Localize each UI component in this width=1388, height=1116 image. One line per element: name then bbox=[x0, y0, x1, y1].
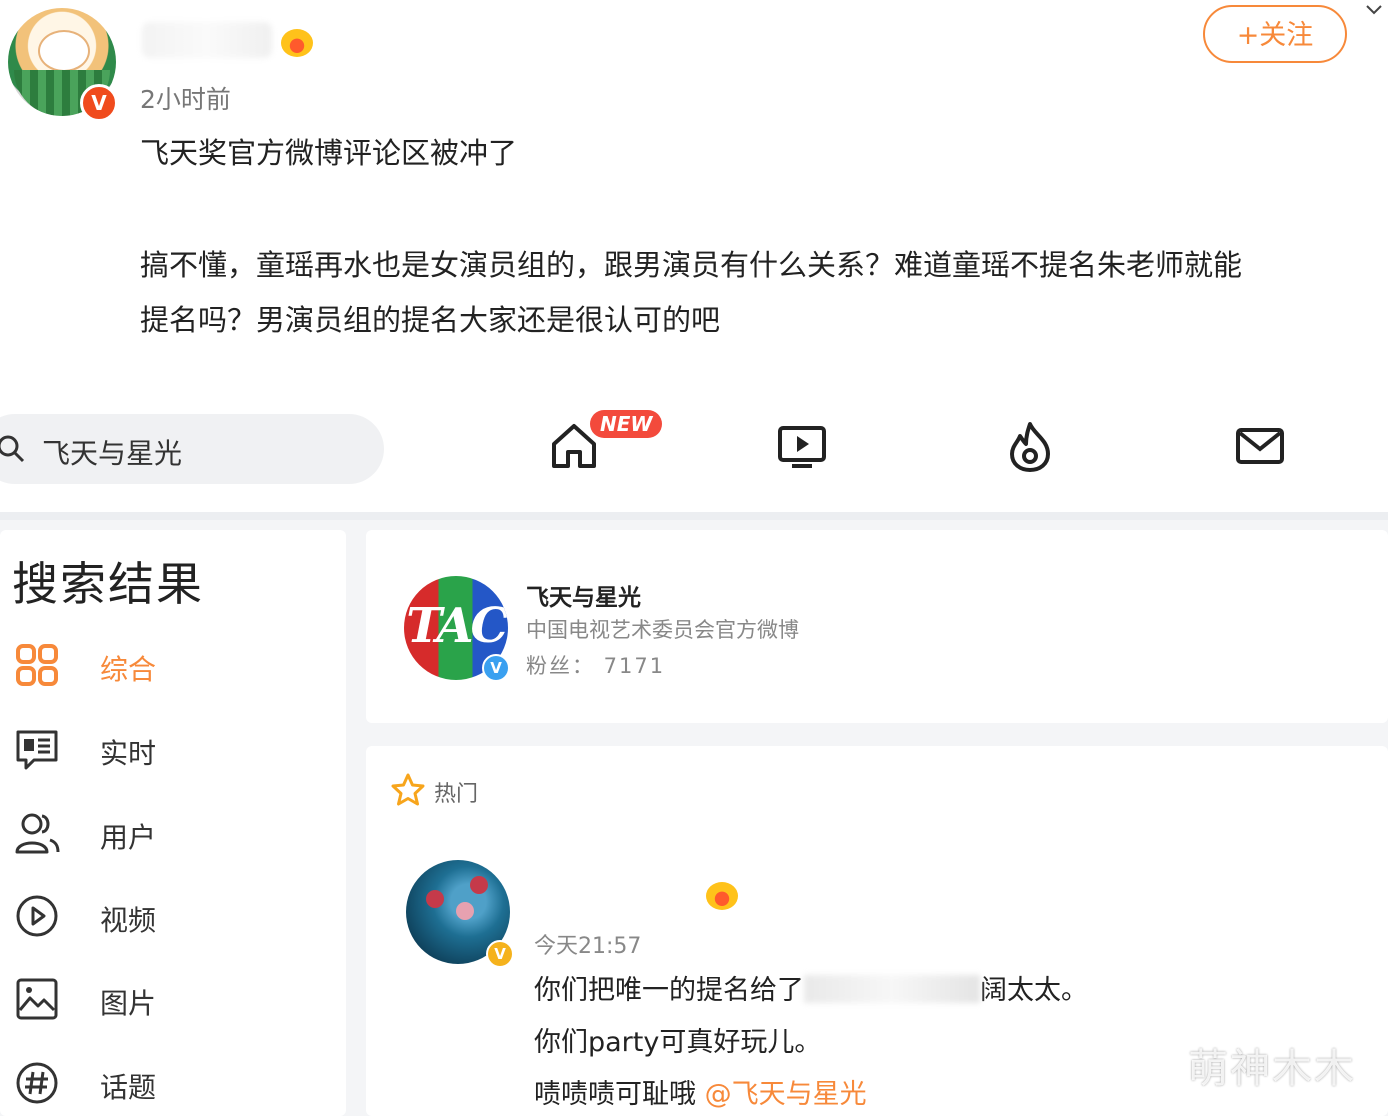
comment-text: 啧啧啧可耻哦 bbox=[534, 1079, 696, 1110]
follow-button[interactable]: +关注 bbox=[1203, 5, 1347, 63]
search-icon bbox=[0, 435, 25, 463]
search-input[interactable]: 飞天与星光 bbox=[42, 432, 182, 472]
hot-section-label: 热门 bbox=[434, 782, 479, 807]
avatar-face bbox=[38, 30, 90, 72]
weibo-post: V 2小时前 飞天奖官方微博评论区被冲了 搞不懂，童瑶再水也是女演员组的，跟男演… bbox=[0, 0, 1388, 400]
verified-badge-icon: V bbox=[80, 84, 118, 122]
sidebar-item-realtime[interactable]: 实时 bbox=[14, 718, 314, 778]
chevron-down-icon[interactable] bbox=[1364, 0, 1384, 20]
sidebar-item-label: 视频 bbox=[100, 904, 157, 937]
sidebar-item-label: 图片 bbox=[100, 987, 157, 1020]
post-line-1: 飞天奖官方微博评论区被冲了 bbox=[140, 136, 518, 170]
comment-text: 阔太太。 bbox=[980, 975, 1088, 1006]
search-box[interactable]: 飞天与星光 bbox=[0, 414, 384, 484]
sidebar-item-label: 用户 bbox=[100, 821, 157, 854]
users-icon bbox=[15, 813, 60, 854]
user-description: 中国电视艺术委员会官方微博 bbox=[526, 618, 799, 642]
verified-gold-icon: V bbox=[486, 940, 514, 968]
comment-text: 你们把唯一的提名给了 bbox=[534, 975, 804, 1006]
mention-link[interactable]: @飞天与星光 bbox=[705, 1079, 867, 1110]
grid-icon bbox=[16, 644, 58, 686]
new-badge: NEW bbox=[590, 410, 663, 438]
post-time: 2小时前 bbox=[140, 85, 231, 114]
user-result-card[interactable]: TAC V 飞天与星光 中国电视艺术委员会官方微博 粉丝： 7171 bbox=[366, 530, 1388, 723]
post-content: 飞天奖官方微博评论区被冲了 搞不懂，童瑶再水也是女演员组的，跟男演员有什么关系？… bbox=[140, 126, 1385, 348]
hot-icon[interactable] bbox=[1004, 420, 1056, 472]
sidebar-item-all[interactable]: 综合 bbox=[14, 634, 314, 694]
sidebar-item-video[interactable]: 视频 bbox=[14, 885, 314, 945]
tac-logo-text: TAC bbox=[406, 598, 508, 654]
comment-line-3: 啧啧啧可耻哦 @飞天与星光 bbox=[534, 1072, 867, 1111]
sidebar-title: 搜索结果 bbox=[12, 557, 204, 611]
video-icon[interactable] bbox=[776, 420, 828, 472]
member-crown-icon bbox=[281, 29, 313, 57]
sidebar-item-label: 实时 bbox=[100, 737, 157, 770]
sidebar-item-label: 综合 bbox=[100, 653, 157, 686]
blurred-name bbox=[804, 975, 980, 1003]
watermark: 萌神木木 bbox=[1188, 1046, 1356, 1092]
top-navbar: 飞天与星光 NEW bbox=[0, 400, 1388, 520]
sidebar-item-topics[interactable]: 话题 bbox=[14, 1052, 314, 1112]
member-crown-icon bbox=[706, 882, 738, 910]
verified-blue-icon: V bbox=[482, 654, 510, 682]
hashtag-icon bbox=[16, 1062, 58, 1104]
image-icon bbox=[16, 978, 58, 1020]
comment-line-2: 你们party可真好玩儿。 bbox=[534, 1027, 822, 1058]
user-name[interactable]: 飞天与星光 bbox=[526, 578, 641, 612]
sidebar-item-label: 话题 bbox=[100, 1071, 157, 1104]
star-icon bbox=[391, 773, 425, 806]
mail-icon[interactable] bbox=[1234, 420, 1286, 472]
realtime-icon bbox=[16, 730, 58, 770]
post-line-3: 提名吗？男演员组的提名大家还是很认可的吧 bbox=[140, 303, 721, 337]
comment-line-1: 你们把唯一的提名给了 阔太太。 bbox=[534, 968, 1088, 1007]
sidebar-item-users[interactable]: 用户 bbox=[14, 802, 314, 862]
post-line-2: 搞不懂，童瑶再水也是女演员组的，跟男演员有什么关系？难道童瑶不提名朱老师就能 bbox=[140, 248, 1243, 282]
search-filter-sidebar: 搜索结果 综合 实时 用户 视频 图片 话题 bbox=[0, 530, 346, 1116]
poster-name-blurred[interactable] bbox=[142, 22, 272, 58]
comment-time: 今天21:57 bbox=[534, 934, 642, 959]
sidebar-item-images[interactable]: 图片 bbox=[14, 968, 314, 1028]
play-icon bbox=[16, 895, 58, 937]
user-fans-count: 粉丝： 7171 bbox=[526, 654, 666, 678]
